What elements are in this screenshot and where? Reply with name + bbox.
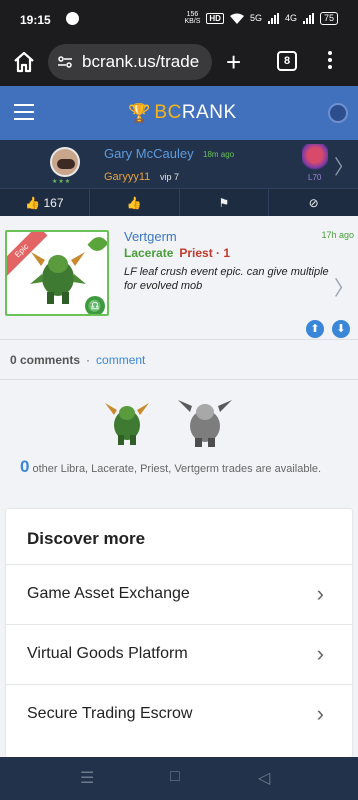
discover-item-label: Game Asset Exchange [27,585,190,602]
other-trades-count: 0 [20,457,30,476]
home-icon[interactable] [12,50,36,74]
logo-prefix: BC [154,102,182,123]
monster-icon [30,252,86,304]
new-tab-plus-icon[interactable]: + [226,49,241,75]
block-icon: ⊘ [308,196,319,210]
other-trades-desc: other Libra, Lacerate, Priest, Vertgerm … [32,463,322,475]
chevron-right-icon: › [316,581,324,606]
chevron-right-icon[interactable]: 〉 [334,272,354,301]
vote-buttons: ⬆ ⬇ [306,320,350,338]
discover-item[interactable]: Secure Trading Escrow › [6,684,352,744]
discover-title: Discover more [27,529,146,548]
other-trades: 0 other Libra, Lacerate, Priest, Vertgerm… [0,379,358,497]
likes-count: 167 [43,196,64,210]
recents-icon[interactable]: ☰ [80,768,94,788]
game-avatar [302,144,328,172]
chevron-right-icon[interactable]: 〉 [334,151,354,180]
network-speed-unit: KB/S [184,18,201,25]
status-time: 19:15 [20,13,51,27]
block-button[interactable]: ⊘ [269,189,358,216]
signal-5g-icon [267,12,279,24]
logo-suffix: RANK [181,102,237,123]
4g-label: 4G [284,13,297,23]
browser-toolbar: bcrank.us/trade + 8 [0,38,358,86]
battery-icon: 75 [319,11,338,25]
separator-dot: · [86,353,91,367]
site-logo[interactable]: 🏆 BCRANK [128,102,237,124]
leaf-element-icon [87,233,107,255]
trade-card[interactable]: Epic ♎ Vertgerm 17h ago Lacerate Priest ·… [0,220,358,340]
vertgerm-monster-icon[interactable] [100,397,155,447]
system-nav-bar: ☰ □ ◁ [0,757,358,800]
comments-count: 0 comments [10,353,81,367]
monster-image[interactable]: Epic ♎ [5,230,109,316]
network-speed-value: 156 [186,11,199,18]
signal-4g-icon [302,12,314,24]
avatar[interactable] [50,147,80,177]
discover-item-label: Secure Trading Escrow [27,705,193,722]
user-posted-ago: 18m ago [203,150,235,159]
discover-card: Discover more Game Asset Exchange › Virt… [6,509,352,757]
libra-icon: ♎ [85,296,105,314]
url-bar[interactable]: bcrank.us/trade [48,44,212,80]
user-game-name: Garyyy11 [104,171,151,183]
comment-link[interactable]: comment [96,353,145,367]
url-text: bcrank.us/trade [82,52,200,71]
hamburger-menu-icon[interactable] [14,104,34,125]
report-button[interactable]: ⚑ [180,189,270,216]
hd-icon: HD [206,12,224,24]
action-bar: 👍 167 👍 ⚑ ⊘ [0,188,358,216]
evolved-monster-icon[interactable] [176,396,234,448]
flag-icon: ⚑ [218,196,230,210]
tab-switcher-button[interactable]: 8 [277,51,297,71]
site-logo-text: BCRANK [154,102,236,124]
site-header: 🏆 BCRANK [0,86,358,140]
network-speed: 156 KB/S [184,11,200,25]
wifi-icon [229,13,244,24]
trade-posted-ago: 17h ago [321,230,354,240]
other-trades-text: 0 other Libra, Lacerate, Priest, Vertgerm… [20,457,350,476]
comments-bar: 0 comments · comment [10,353,145,367]
back-icon[interactable]: ◁ [258,768,270,788]
main-content: Epic ♎ Vertgerm 17h ago Lacerate Priest ·… [0,216,358,502]
status-bar: 19:15 156 KB/S HD 5G 4G 75 [0,0,358,38]
5g-label: 5G [249,13,262,23]
trophy-icon: 🏆 [128,102,151,123]
downvote-arrow-icon[interactable]: ⬇ [332,320,350,338]
profile-globe-icon[interactable] [328,103,348,123]
thumbs-up-icon: 👍 [126,196,142,210]
thumbs-up-icon: 👍 [25,196,41,210]
discover-item[interactable]: Virtual Goods Platform › [6,624,352,684]
trade-description: LF leaf crush event epic. can give multi… [124,266,329,292]
like-button[interactable]: 👍 [90,189,180,216]
messenger-icon [66,12,79,25]
upvote-arrow-icon[interactable]: ⬆ [306,320,324,338]
status-icons: 156 KB/S HD 5G 4G 75 [184,11,338,25]
home-nav-icon[interactable]: □ [170,768,180,786]
site-settings-icon[interactable] [58,55,72,69]
likes-count-button[interactable]: 👍 167 [0,189,90,216]
user-vip: vip 7 [160,172,180,182]
user-name[interactable]: Gary McCauley [104,146,194,161]
user-card[interactable]: ★★★ Gary McCauley 18m ago Garyyy11 vip 7… [0,140,358,188]
monster-name[interactable]: Vertgerm [124,229,177,244]
monster-class-level: Priest · 1 [179,246,231,260]
chevron-right-icon: › [316,641,324,666]
rating-stars: ★★★ [52,179,72,185]
chevron-right-icon: › [316,701,324,726]
monster-traits: Lacerate Priest · 1 [124,246,230,260]
discover-item-label: Virtual Goods Platform [27,645,188,662]
user-level: L70 [308,173,322,182]
discover-section: Discover more Game Asset Exchange › Virt… [0,502,358,757]
monster-race: Lacerate [124,246,174,260]
more-menu-icon[interactable] [328,51,332,72]
discover-item[interactable]: Game Asset Exchange › [6,564,352,624]
